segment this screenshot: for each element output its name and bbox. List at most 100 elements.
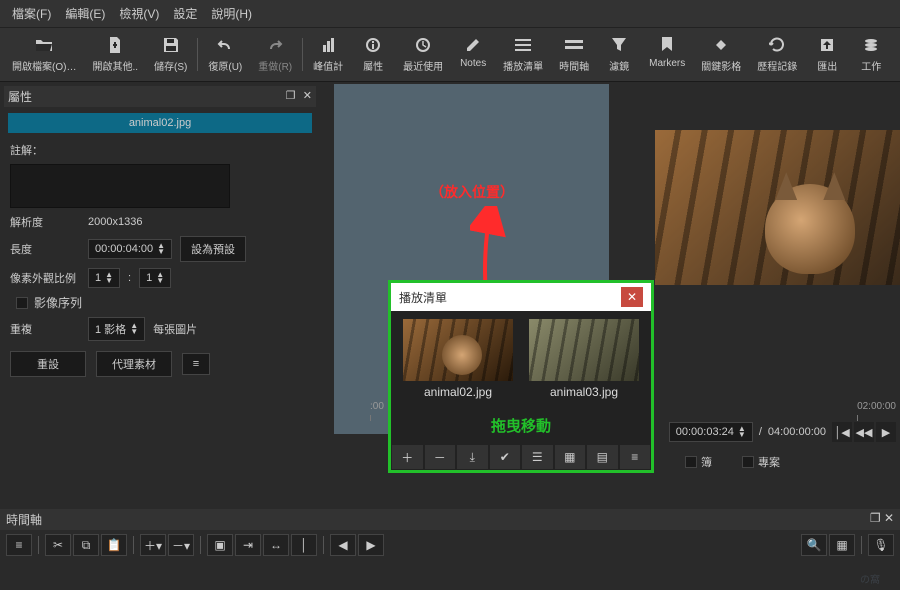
pl-add-button[interactable]: ＋ <box>391 444 424 470</box>
menu-edit[interactable]: 編輯(E) <box>61 3 109 24</box>
proxy-button[interactable]: 代理素材 <box>96 351 172 377</box>
panel-title: 屬性 <box>8 88 32 105</box>
tl-paste-button[interactable]: 📋 <box>101 534 127 556</box>
menu-view[interactable]: 檢視(V) <box>115 3 163 24</box>
properties-button[interactable]: 屬性 <box>351 34 395 75</box>
timeline-icon <box>565 36 583 54</box>
menu-file[interactable]: 檔案(F) <box>8 3 55 24</box>
playlist-window[interactable]: 播放清單 ✕ animal02.jpg animal03.jpg 拖曳移動 ＋ … <box>388 280 654 473</box>
tl-split-button[interactable]: │ <box>291 534 317 556</box>
redo-button[interactable]: 重做(R) <box>250 34 300 75</box>
pl-menu-button[interactable]: ≡ <box>619 444 652 470</box>
each-frame-label: 每張圖片 <box>153 321 197 337</box>
play-button[interactable]: ▶ <box>876 422 896 442</box>
tl-snap-button[interactable]: ▦ <box>829 534 855 556</box>
project-checkbox[interactable]: 專案 <box>742 454 780 470</box>
list-icon <box>514 36 532 54</box>
playlist-filename: animal02.jpg <box>424 385 492 399</box>
undo-button[interactable]: 復原(U) <box>200 34 250 75</box>
playlist-item[interactable]: animal03.jpg <box>525 319 643 399</box>
tl-menu-button[interactable]: ≡ <box>6 534 32 556</box>
timecode-sep: / <box>759 426 762 438</box>
tl-overwrite-button[interactable]: ▣ <box>207 534 233 556</box>
filter-button[interactable]: 濾鏡 <box>597 34 641 75</box>
tl-insert-button[interactable]: ⇥ <box>235 534 261 556</box>
repeat-input[interactable]: 1 影格▲▼ <box>88 317 145 341</box>
player-panel: :00 00:00:00 02:00:00 00:00:03:24▲▼ / 04… <box>630 82 900 562</box>
hamburger-button[interactable]: ≡ <box>182 353 210 375</box>
reset-button[interactable]: 重設 <box>10 351 86 377</box>
peak-meter-button[interactable]: 峰值計 <box>305 34 351 75</box>
properties-panel: 屬性 ❐ ✕ animal02.jpg 註解： 解析度 2000x1336 長度… <box>0 82 320 562</box>
pl-update-button[interactable]: ⤓ <box>456 444 489 470</box>
folder-open-icon <box>35 36 53 54</box>
save-icon <box>162 36 180 54</box>
skip-start-button[interactable]: │◀ <box>832 422 852 442</box>
panel-undock-icon[interactable]: ❐ <box>286 90 296 102</box>
tl-next-button[interactable]: ▶ <box>358 534 384 556</box>
recent-button[interactable]: 最近使用 <box>395 34 451 75</box>
duration-input[interactable]: 00:00:04:00 ▲▼ <box>88 239 172 259</box>
playlist-close-button[interactable]: ✕ <box>621 287 643 307</box>
notes-button[interactable]: Notes <box>451 34 495 75</box>
file-add-icon <box>106 36 124 54</box>
par-a-input[interactable]: 1▲▼ <box>88 268 120 288</box>
meter-icon <box>319 36 337 54</box>
funnel-icon <box>610 36 628 54</box>
rewind-button[interactable]: ◀◀ <box>854 422 874 442</box>
export-icon <box>818 36 836 54</box>
open-file-button[interactable]: 開啟檔案(O)… <box>4 34 84 75</box>
duration-label: 長度 <box>10 241 80 257</box>
tl-remove-button[interactable]: －▾ <box>168 534 194 556</box>
par-label: 像素外觀比例 <box>10 270 80 286</box>
info-icon <box>364 36 382 54</box>
tl-record-button[interactable]: 🎙 <box>868 534 894 556</box>
comment-input[interactable] <box>10 164 230 208</box>
pl-view-list-button[interactable]: ☰ <box>521 444 554 470</box>
save-button[interactable]: 儲存(S) <box>146 34 195 75</box>
menu-help[interactable]: 說明(H) <box>207 3 256 24</box>
playlist-filename: animal03.jpg <box>550 385 618 399</box>
pl-view-icons-button[interactable]: ▤ <box>586 444 619 470</box>
pl-view-tiles-button[interactable]: ▦ <box>554 444 587 470</box>
main-toolbar: 開啟檔案(O)… 開啟其他.. 儲存(S) 復原(U) 重做(R) 峰值計 屬性… <box>0 28 900 82</box>
menu-settings[interactable]: 設定 <box>169 3 201 24</box>
tl-add-button[interactable]: ＋▾ <box>140 534 166 556</box>
tl-copy-button[interactable]: ⧉ <box>73 534 99 556</box>
undo-icon <box>216 36 234 54</box>
master-checkbox[interactable]: 簿 <box>685 454 712 470</box>
timeline-button[interactable]: 時間軸 <box>551 34 597 75</box>
tl-zoom-button[interactable]: 🔍 <box>801 534 827 556</box>
playlist-button[interactable]: 播放清單 <box>495 34 551 75</box>
comment-label: 註解： <box>10 142 80 158</box>
export-button[interactable]: 匯出 <box>805 34 849 75</box>
tl-prev-button[interactable]: ◀ <box>330 534 356 556</box>
timeline-undock-icon[interactable]: ❐ <box>870 511 881 525</box>
playlist-thumbnail <box>529 319 639 381</box>
annotation-drop-here: （放入位置） <box>430 182 514 202</box>
playlist-thumbnail <box>403 319 513 381</box>
image-sequence-label: 影像序列 <box>34 294 82 311</box>
repeat-label: 重複 <box>10 321 80 337</box>
timeline-close-icon[interactable]: ✕ <box>884 511 894 525</box>
pl-remove-button[interactable]: － <box>424 444 457 470</box>
open-other-button[interactable]: 開啟其他.. <box>84 34 146 75</box>
image-sequence-checkbox[interactable] <box>16 297 28 309</box>
markers-button[interactable]: Markers <box>641 34 693 75</box>
keyframes-button[interactable]: 關鍵影格 <box>693 34 749 75</box>
playlist-item[interactable]: animal02.jpg <box>399 319 517 399</box>
edit-icon <box>464 36 482 54</box>
tl-cut-button[interactable]: ✂ <box>45 534 71 556</box>
history-button[interactable]: 歷程記錄 <box>749 34 805 75</box>
history-icon <box>768 36 786 54</box>
current-timecode[interactable]: 00:00:03:24▲▼ <box>669 422 753 442</box>
jobs-button[interactable]: 工作 <box>849 34 893 75</box>
total-timecode: 04:00:00:00 <box>768 426 826 438</box>
tl-ripple-button[interactable]: ↔ <box>263 534 289 556</box>
panel-close-icon[interactable]: ✕ <box>303 90 312 102</box>
par-b-input[interactable]: 1▲▼ <box>139 268 171 288</box>
watermark: の窩 <box>860 571 880 586</box>
pl-check-button[interactable]: ✔ <box>489 444 522 470</box>
player-preview[interactable] <box>655 130 900 285</box>
set-default-button[interactable]: 設為預設 <box>180 236 246 262</box>
